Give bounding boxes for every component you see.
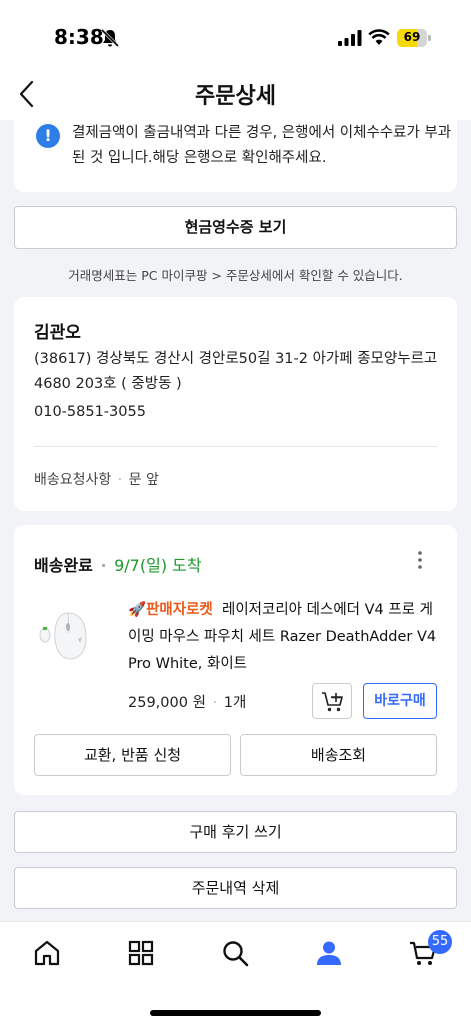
quantity-value: 1개 bbox=[223, 695, 247, 711]
address-card: 김관오 (38617) 경상북도 경산시 경안로50길 31-2 아가페 종모양… bbox=[14, 297, 457, 511]
delivery-request-value: 문 앞 bbox=[128, 472, 159, 488]
buy-now-button[interactable]: 바로구매 bbox=[363, 683, 437, 719]
seller-rocket-badge: 🚀판매자로켓 bbox=[128, 602, 213, 618]
track-delivery-button[interactable]: 배송조회 bbox=[240, 734, 437, 776]
delivery-request-label: 배송요청사항 bbox=[34, 472, 112, 488]
write-review-button[interactable]: 구매 후기 쓰기 bbox=[14, 811, 457, 853]
phone-number: 010-5851-3055 bbox=[34, 404, 146, 420]
home-indicator bbox=[150, 1010, 321, 1016]
receipt-note: 거래명세표는 PC 마이쿠팡 > 주문상세에서 확인할 수 있습니다. bbox=[68, 268, 403, 283]
cash-receipt-button[interactable]: 현금영수증 보기 bbox=[14, 206, 457, 249]
back-arrow-icon[interactable] bbox=[14, 78, 40, 110]
bottom-tab-bar: 55 bbox=[0, 921, 471, 1024]
recipient-name: 김관오 bbox=[34, 323, 81, 343]
search-icon[interactable] bbox=[220, 938, 250, 968]
product-price: 259,000 원 · 1개 bbox=[128, 695, 247, 711]
info-icon: ! bbox=[36, 124, 60, 148]
signal-icon bbox=[338, 30, 362, 46]
page-title: 주문상세 bbox=[195, 84, 276, 109]
delete-order-button[interactable]: 주문내역 삭제 bbox=[14, 867, 457, 909]
my-coupang-icon[interactable] bbox=[314, 938, 344, 968]
status-bar: 8:38 69 bbox=[0, 0, 471, 76]
exchange-return-button[interactable]: 교환, 반품 신청 bbox=[34, 734, 231, 776]
price-value: 259,000 원 bbox=[128, 695, 206, 711]
battery-level: 69 bbox=[403, 30, 421, 44]
product-image[interactable] bbox=[34, 597, 110, 673]
order-card: 배송완료 · 9/7(일) 도착 🚀판매자로켓 레이저코리아 데스에더 V4 프… bbox=[14, 525, 457, 795]
battery-icon: 69 bbox=[397, 29, 431, 47]
delivery-request: 배송요청사항 · 문 앞 bbox=[34, 472, 159, 488]
shipping-status: 배송완료 · 9/7(일) 도착 bbox=[34, 556, 202, 575]
more-options-icon[interactable] bbox=[412, 549, 428, 571]
product-name[interactable]: 🚀판매자로켓 레이저코리아 데스에더 V4 프로 게이밍 마우스 파우치 세트 … bbox=[128, 597, 444, 678]
address-line: (38617) 경상북도 경산시 경안로50길 31-2 아가페 종모양누르고 … bbox=[34, 351, 438, 392]
divider bbox=[34, 446, 437, 447]
shipping-status-label: 배송완료 bbox=[34, 556, 93, 575]
cart-plus-icon bbox=[322, 692, 343, 712]
category-icon[interactable] bbox=[126, 938, 156, 968]
home-icon[interactable] bbox=[32, 938, 62, 968]
notice-text: 결제금액이 출금내역과 다른 경우, 은행에서 이체수수료가 부과된 것 입니다… bbox=[72, 125, 452, 166]
status-time: 8:38 bbox=[54, 25, 104, 49]
arrival-date: 9/7(일) 도착 bbox=[114, 556, 202, 575]
bell-muted-icon bbox=[100, 28, 120, 48]
wifi-icon bbox=[368, 29, 390, 45]
notice-card: ! 결제금액이 출금내역과 다른 경우, 은행에서 이체수수료가 부과된 것 입… bbox=[14, 112, 457, 192]
cart-count-badge: 55 bbox=[428, 930, 452, 954]
add-to-cart-button[interactable] bbox=[312, 683, 352, 719]
